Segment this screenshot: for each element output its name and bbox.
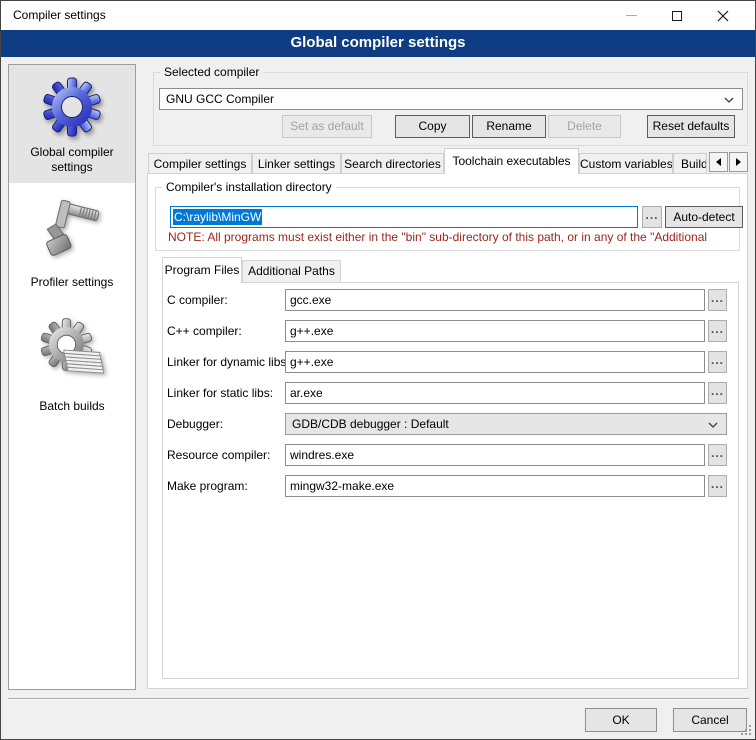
minimize-icon — [626, 15, 637, 16]
maximize-icon — [672, 11, 682, 21]
sidebar-item-profiler-settings[interactable]: Profiler settings — [9, 189, 135, 299]
sidebar-item-batch-builds[interactable]: Batch builds — [9, 309, 135, 419]
make-program-browse-button[interactable]: ... — [708, 475, 727, 497]
tab-search-directories[interactable]: Search directories — [341, 153, 444, 174]
linker-dynamic-label: Linker for dynamic libs: — [167, 351, 290, 373]
rename-button[interactable]: Rename — [472, 115, 546, 138]
debugger-select-value: GDB/CDB debugger : Default — [292, 417, 449, 431]
install-dir-browse-button[interactable]: ... — [642, 206, 662, 228]
dialog-heading: Global compiler settings — [1, 30, 755, 57]
subtab-program-files[interactable]: Program Files — [162, 257, 242, 283]
settings-category-list: Global compiler settings — [8, 64, 136, 690]
linker-dynamic-input[interactable] — [285, 351, 705, 373]
triangle-right-icon — [736, 158, 741, 166]
auto-detect-button[interactable]: Auto-detect — [665, 206, 743, 228]
resize-grip-icon[interactable] — [741, 725, 751, 735]
minimize-button[interactable] — [608, 1, 654, 30]
compiler-select-value: GNU GCC Compiler — [166, 92, 274, 106]
linker-static-label: Linker for static libs: — [167, 382, 273, 404]
compiler-settings-dialog: Compiler settings Global compiler settin… — [0, 0, 756, 740]
chevron-down-icon — [708, 422, 718, 428]
triangle-left-icon — [716, 158, 721, 166]
resource-compiler-browse-button[interactable]: ... — [708, 444, 727, 466]
caliper-icon — [40, 197, 104, 261]
cancel-button[interactable]: Cancel — [673, 708, 747, 732]
close-icon — [717, 10, 729, 22]
gray-gear-stack-icon — [40, 317, 104, 381]
footer-divider — [8, 698, 749, 700]
cpp-compiler-input[interactable] — [285, 320, 705, 342]
sidebar-label-line1: Global compiler — [9, 145, 135, 160]
compiler-select[interactable]: GNU GCC Compiler — [159, 88, 743, 110]
cpp-compiler-browse-button[interactable]: ... — [708, 320, 727, 342]
tab-build-options[interactable]: Build options — [673, 153, 707, 174]
delete-button[interactable]: Delete — [548, 115, 621, 138]
chevron-down-icon — [724, 97, 734, 103]
tab-scroll-right-button[interactable] — [729, 152, 748, 172]
set-as-default-button[interactable]: Set as default — [282, 115, 372, 138]
make-program-input[interactable] — [285, 475, 705, 497]
c-compiler-browse-button[interactable]: ... — [708, 289, 727, 311]
install-dir-group-label: Compiler's installation directory — [162, 180, 336, 194]
cpp-compiler-label: C++ compiler: — [167, 320, 242, 342]
tab-compiler-settings[interactable]: Compiler settings — [148, 153, 252, 174]
sidebar-label: Batch builds — [9, 399, 135, 414]
tab-scroll-left-button[interactable] — [709, 152, 728, 172]
install-dir-selected-text: C:\raylib\MinGW — [173, 209, 262, 225]
sidebar-label: Global compiler settings — [9, 145, 135, 175]
c-compiler-label: C compiler: — [167, 289, 228, 311]
copy-button[interactable]: Copy — [395, 115, 470, 138]
sidebar-label: Profiler settings — [9, 275, 135, 290]
tab-custom-variables[interactable]: Custom variables — [579, 153, 673, 174]
tab-linker-settings[interactable]: Linker settings — [252, 153, 341, 174]
c-compiler-input[interactable] — [285, 289, 705, 311]
window-title: Compiler settings — [13, 1, 106, 30]
tab-toolchain-executables[interactable]: Toolchain executables — [444, 148, 579, 174]
reset-defaults-button[interactable]: Reset defaults — [647, 115, 735, 138]
sidebar-label-line2: settings — [9, 160, 135, 175]
debugger-select[interactable]: GDB/CDB debugger : Default — [285, 413, 727, 435]
debugger-label: Debugger: — [167, 413, 223, 435]
resource-compiler-label: Resource compiler: — [167, 444, 270, 466]
maximize-button[interactable] — [654, 1, 700, 30]
make-program-label: Make program: — [167, 475, 248, 497]
install-dir-input[interactable]: C:\raylib\MinGW — [170, 206, 638, 228]
close-button[interactable] — [700, 1, 746, 30]
blue-gear-icon — [40, 75, 104, 139]
linker-dynamic-browse-button[interactable]: ... — [708, 351, 727, 373]
subtab-additional-paths[interactable]: Additional Paths — [242, 260, 341, 282]
linker-static-input[interactable] — [285, 382, 705, 404]
title-bar[interactable]: Compiler settings — [1, 1, 755, 30]
selected-compiler-group-label: Selected compiler — [160, 65, 263, 79]
linker-static-browse-button[interactable]: ... — [708, 382, 727, 404]
ok-button[interactable]: OK — [585, 708, 657, 732]
sidebar-item-global-compiler-settings[interactable]: Global compiler settings — [9, 65, 135, 183]
resource-compiler-input[interactable] — [285, 444, 705, 466]
install-dir-note: NOTE: All programs must exist either in … — [168, 230, 742, 244]
